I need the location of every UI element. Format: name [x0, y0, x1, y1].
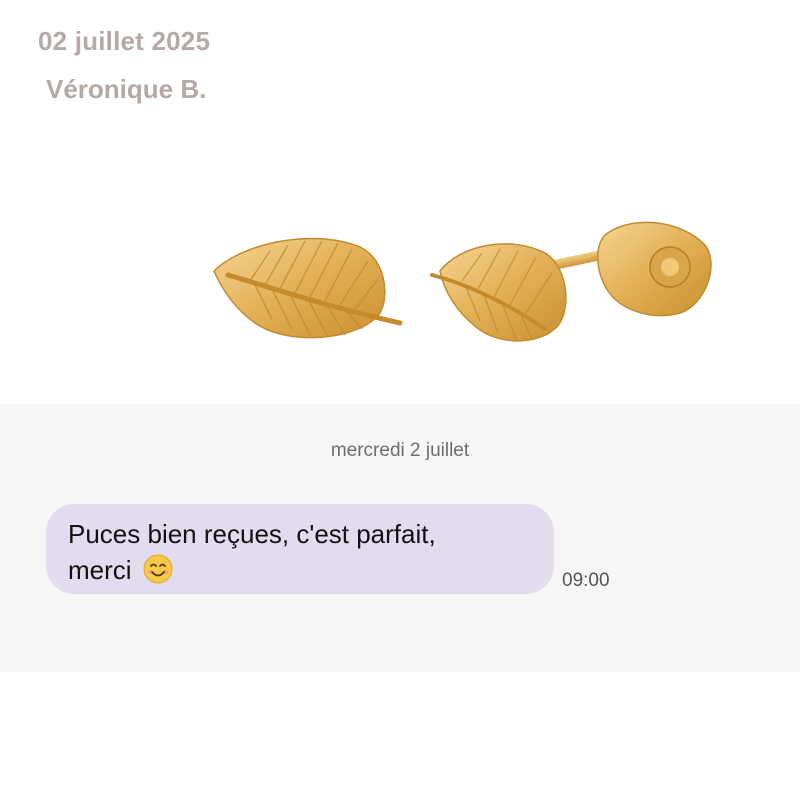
right-leaf-earring: [430, 221, 712, 342]
review-date: 02 juillet 2025: [38, 26, 211, 56]
reviewer-name: Véronique B.: [46, 74, 207, 104]
smiling-face-icon: [143, 554, 173, 584]
message-timestamp: 09:00: [562, 570, 610, 591]
chat-conversation: mercredi 2 juillet Puces bien reçues, c'…: [0, 404, 800, 672]
message-bubble[interactable]: Puces bien reçues, c'est parfait, merci: [46, 504, 554, 594]
left-leaf-earring: [213, 237, 403, 339]
leaf-earrings-image: [213, 221, 712, 342]
message-text-line1: Puces bien reçues, c'est parfait,: [68, 519, 436, 549]
day-separator: mercredi 2 juillet: [330, 440, 470, 461]
message-text-line2: merci: [68, 555, 132, 585]
